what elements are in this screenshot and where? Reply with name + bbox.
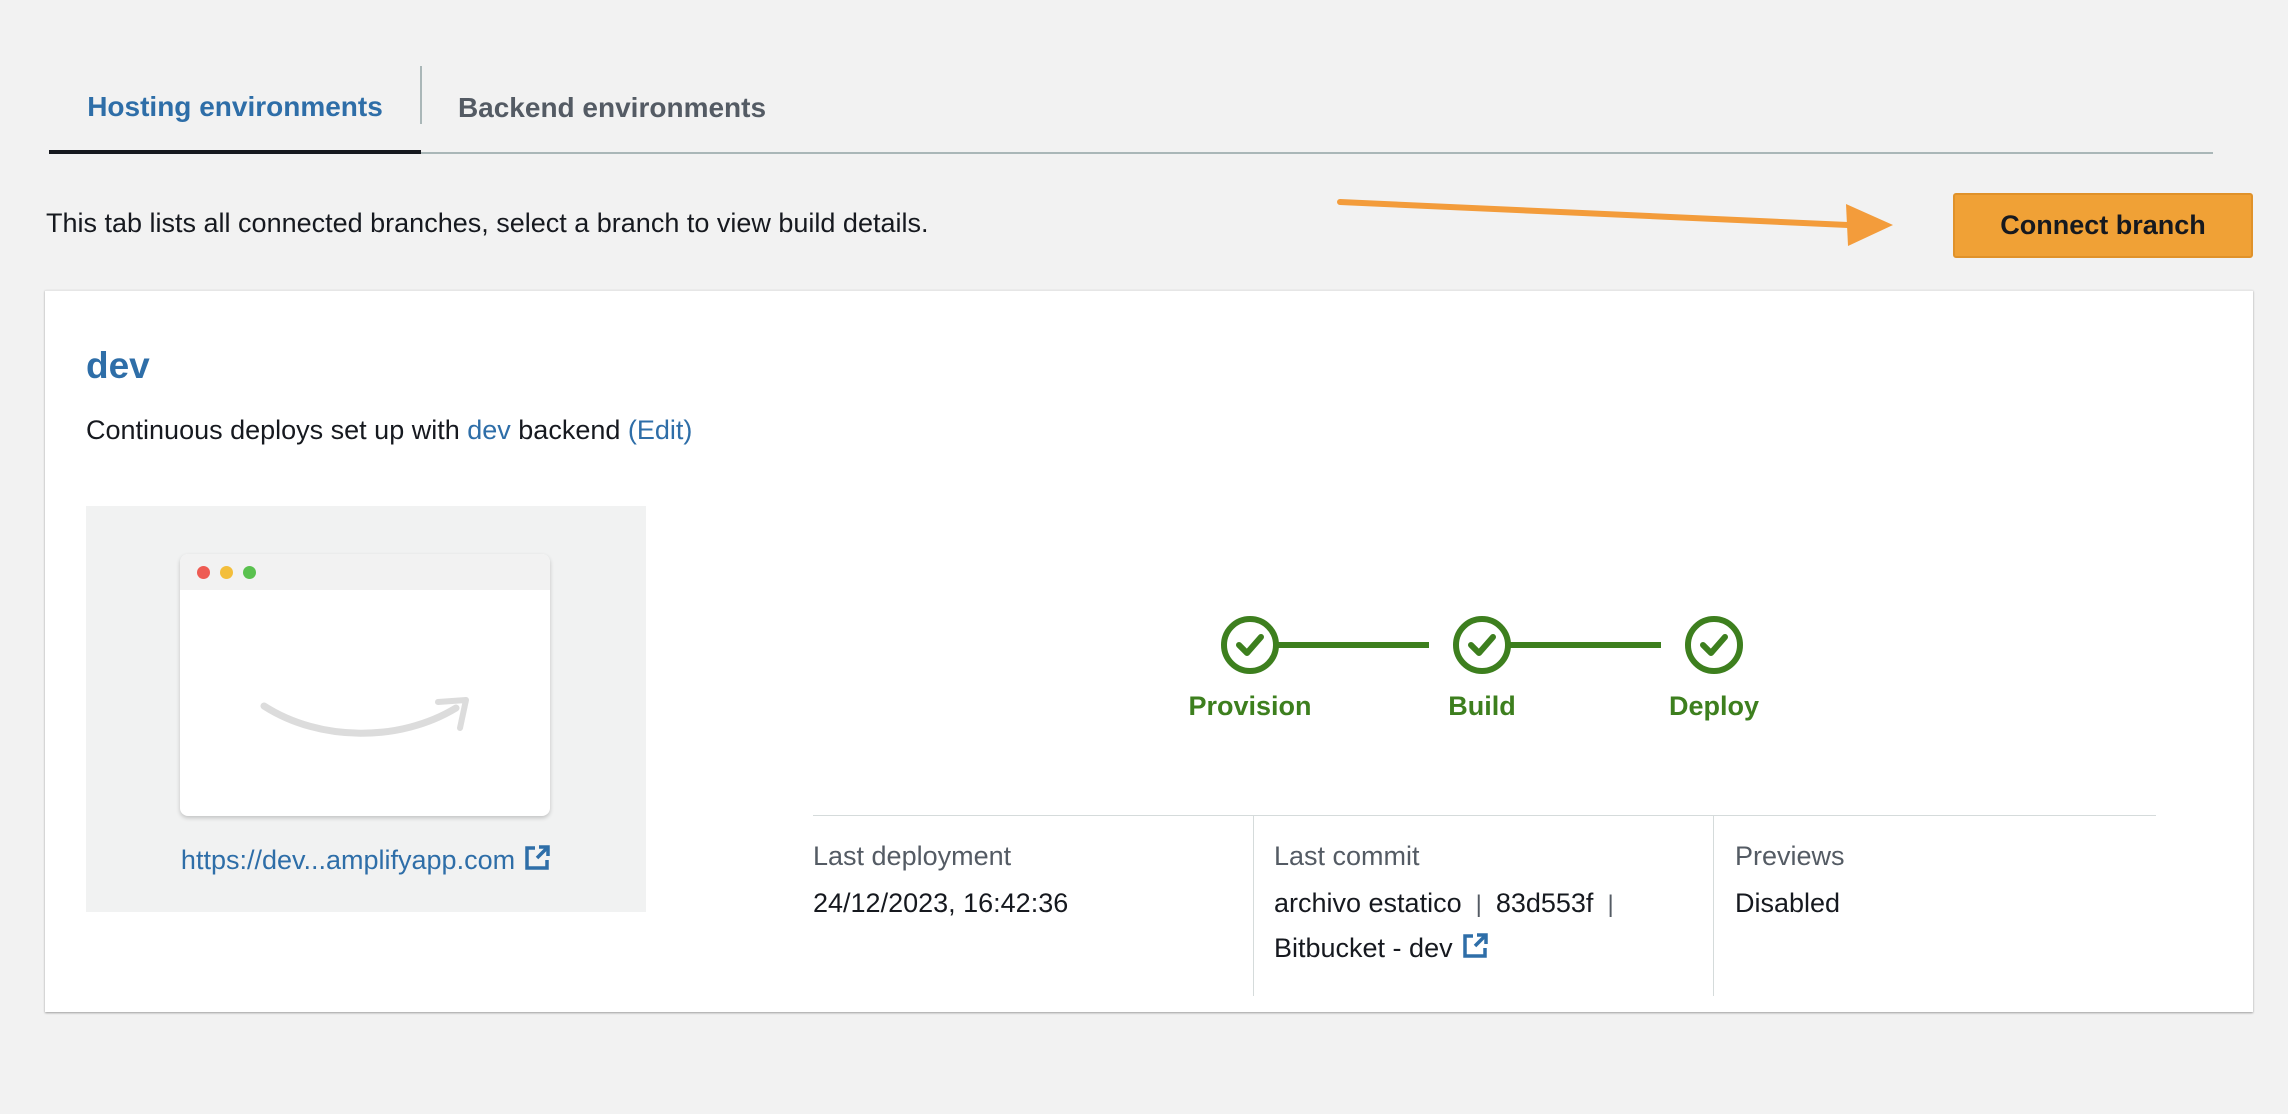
amazon-smile-logo [260, 697, 469, 737]
window-minimize-dot [220, 566, 233, 579]
step-deploy-label: Deploy [1668, 691, 1760, 721]
commit-message: archivo estatico [1274, 888, 1462, 918]
branch-name-link[interactable]: dev [86, 345, 150, 387]
connect-branch-button[interactable]: Connect branch [1953, 193, 2253, 258]
info-column-divider-1 [1253, 816, 1254, 996]
step-provision-label: Provision [1188, 691, 1312, 721]
previews-label: Previews [1735, 841, 1845, 871]
backend-environment-link[interactable]: dev [467, 415, 511, 445]
app-url-text: https://dev...amplifyapp.com [180, 845, 516, 875]
commit-separator: | [1607, 891, 1614, 918]
info-column-divider-2 [1713, 816, 1714, 996]
app-preview-panel: https://dev...amplifyapp.com [86, 506, 646, 912]
edit-backend-link[interactable]: (Edit) [628, 415, 693, 445]
browser-mockup [180, 554, 550, 816]
commit-hash: 83d553f [1495, 888, 1594, 918]
window-close-dot [197, 566, 210, 579]
browser-titlebar [180, 554, 550, 590]
commit-separator: | [1475, 891, 1482, 918]
repository-link-text: Bitbucket - dev [1274, 933, 1453, 963]
window-maximize-dot [243, 566, 256, 579]
branch-card: dev Continuous deploys set up with dev b… [45, 290, 2253, 1012]
last-commit-label: Last commit [1274, 841, 1420, 871]
deploy-prefix-text: Continuous deploys set up with [86, 415, 468, 445]
annotation-arrow [1337, 199, 1893, 246]
step-build-label: Build [1448, 691, 1516, 721]
tab-hosting-label: Hosting environments [87, 91, 383, 122]
app-url-link[interactable]: https://dev...amplifyapp.com [86, 844, 646, 876]
check-icon [1700, 634, 1728, 656]
tab-backend-label: Backend environments [457, 92, 767, 123]
step-build-indicator [1453, 616, 1511, 674]
repository-link[interactable]: Bitbucket - dev [1274, 932, 1489, 964]
previews-value: Disabled [1735, 888, 1841, 918]
external-link-icon [1462, 933, 1488, 958]
deploy-middle-text: backend [510, 415, 628, 445]
tab-backend-environments[interactable]: Backend environments [422, 64, 802, 152]
environment-tabs: Hosting environments Backend environment… [49, 64, 2213, 154]
check-icon [1468, 634, 1496, 656]
last-deployment-label: Last deployment [813, 841, 1012, 871]
continuous-deploy-info: Continuous deploys set up with dev backe… [86, 415, 692, 446]
step-provision-indicator [1221, 616, 1279, 674]
last-deployment-value: 24/12/2023, 16:42:36 [813, 888, 1069, 918]
last-commit-details: archivo estatico | 83d553f | [1274, 888, 1628, 919]
tab-hosting-environments[interactable]: Hosting environments [49, 64, 421, 154]
step-deploy-indicator [1685, 616, 1743, 674]
check-icon [1236, 634, 1264, 656]
external-link-icon [525, 845, 550, 870]
tab-description: This tab lists all connected branches, s… [46, 208, 929, 238]
info-top-divider [813, 815, 2156, 816]
